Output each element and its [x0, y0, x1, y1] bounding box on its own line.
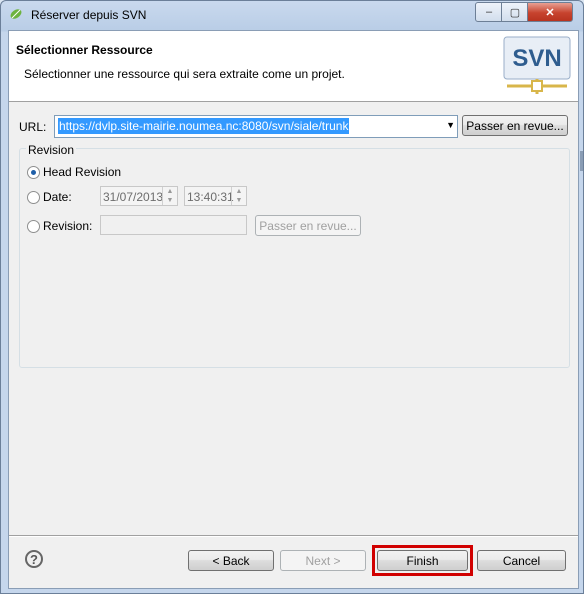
- title-bar[interactable]: Réserver depuis SVN – ▢ ✕: [1, 1, 583, 29]
- minimize-icon: –: [485, 6, 493, 18]
- back-button[interactable]: < Back: [188, 550, 274, 571]
- head-revision-radio[interactable]: [27, 166, 40, 179]
- revision-label[interactable]: Revision:: [43, 219, 92, 233]
- url-browse-button[interactable]: Passer en revue...: [462, 115, 568, 136]
- time-value: 13:40:31: [187, 190, 234, 204]
- date-radio[interactable]: [27, 191, 40, 204]
- minimize-button[interactable]: –: [475, 2, 503, 22]
- page-title: Sélectionner Ressource: [16, 43, 153, 57]
- date-spinner[interactable]: 31/07/2013 ▲ ▼: [100, 186, 178, 206]
- revision-browse-button[interactable]: Passer en revue...: [255, 215, 361, 236]
- finish-highlight-box: [372, 545, 473, 576]
- revision-group: [19, 148, 570, 368]
- spring-leaf-icon: [10, 9, 22, 19]
- head-revision-label[interactable]: Head Revision: [43, 165, 121, 179]
- url-value[interactable]: https://dvlp.site-mairie.noumea.nc:8080/…: [58, 118, 350, 134]
- date-label[interactable]: Date:: [43, 190, 72, 204]
- date-spinner-arrows-icon[interactable]: ▲ ▼: [162, 187, 177, 205]
- window-title: Réserver depuis SVN: [31, 8, 147, 22]
- maximize-button[interactable]: ▢: [501, 2, 529, 22]
- revision-input[interactable]: [100, 215, 247, 235]
- page-description: Sélectionner une ressource qui sera extr…: [24, 67, 345, 81]
- close-button[interactable]: ✕: [527, 2, 573, 22]
- dialog-content: Sélectionner Ressource Sélectionner une …: [8, 30, 579, 589]
- next-button[interactable]: Next >: [280, 550, 366, 571]
- dropdown-arrow-icon[interactable]: ▼: [446, 120, 455, 130]
- revision-group-label: Revision: [26, 143, 77, 157]
- window-edge: [580, 151, 583, 171]
- revision-radio[interactable]: [27, 220, 40, 233]
- date-value: 31/07/2013: [103, 190, 164, 204]
- time-spinner[interactable]: 13:40:31 ▲ ▼: [184, 186, 247, 206]
- svn-logo-text: SVN: [512, 45, 561, 72]
- url-label: URL:: [19, 120, 47, 134]
- help-icon[interactable]: ?: [25, 550, 43, 568]
- time-spinner-arrows-icon[interactable]: ▲ ▼: [231, 187, 246, 205]
- close-icon: ✕: [545, 6, 555, 19]
- wizard-header: Sélectionner Ressource Sélectionner une …: [9, 31, 578, 102]
- footer-separator: [9, 535, 578, 537]
- maximize-icon: ▢: [509, 6, 521, 19]
- url-combo-input[interactable]: https://dvlp.site-mairie.noumea.nc:8080/…: [54, 115, 458, 138]
- cancel-button[interactable]: Cancel: [477, 550, 566, 571]
- svn-logo-icon: SVN: [503, 36, 571, 94]
- wizard-window: Réserver depuis SVN – ▢ ✕ Sélectionner R…: [0, 0, 584, 594]
